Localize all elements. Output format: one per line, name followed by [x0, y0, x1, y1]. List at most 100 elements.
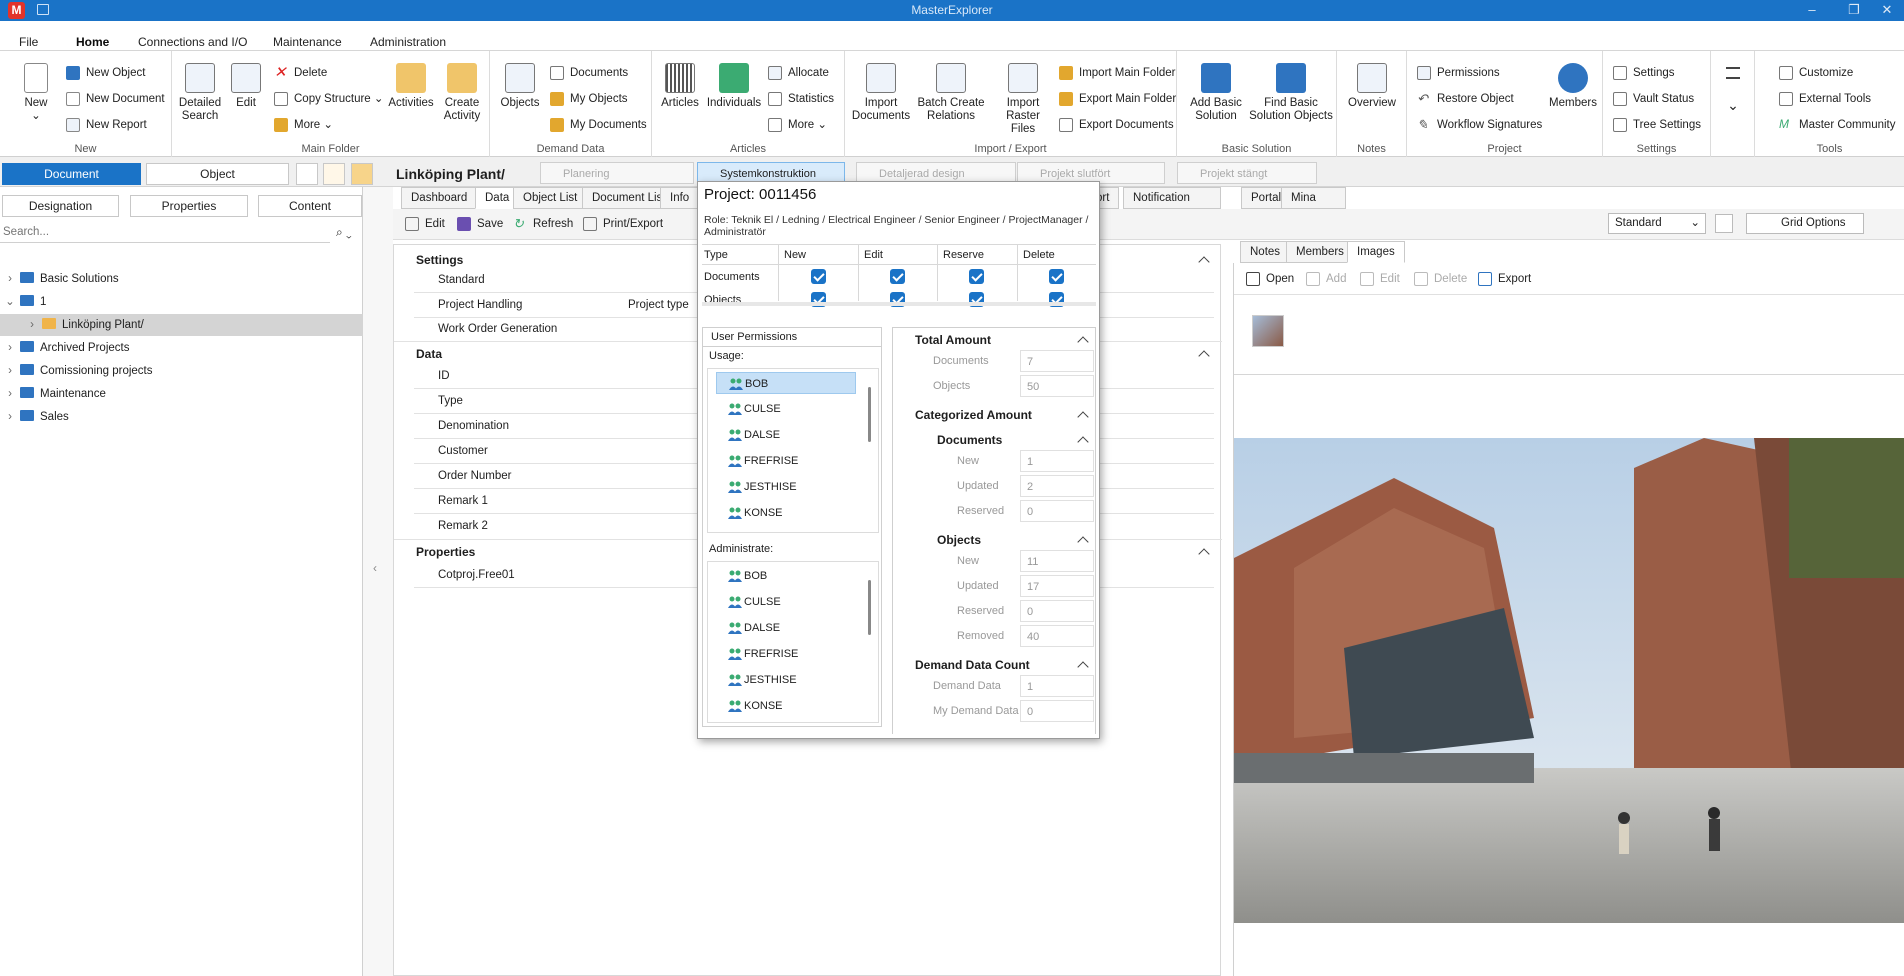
toolbar-print-button[interactable]: Print/Export	[583, 215, 663, 233]
collapse-arrow-icon[interactable]: ‹	[373, 561, 377, 575]
tree-item-basic-solutions[interactable]: › Basic Solutions	[0, 268, 363, 290]
add-basic-solution-button[interactable]: Add Basic Solution	[1185, 63, 1247, 123]
tree-item-archived-projects[interactable]: › Archived Projects	[0, 337, 363, 359]
tree-item-comissioning-projects[interactable]: › Comissioning projects	[0, 360, 363, 382]
workflow-signatures-button[interactable]: ✎ Workflow Signatures	[1417, 116, 1542, 134]
new-document-button[interactable]: New Document	[66, 90, 165, 108]
close-icon[interactable]: ✕	[1870, 0, 1904, 21]
usage-user[interactable]: CULSE	[716, 398, 856, 420]
usage-user[interactable]: KONSE	[716, 502, 856, 524]
add-button[interactable]: Add	[1306, 270, 1346, 288]
step-projekt-stangt[interactable]: Projekt stängt	[1177, 162, 1317, 184]
new-button[interactable]: New ⌄	[16, 63, 56, 123]
splitter[interactable]: ‹	[363, 187, 393, 976]
collapse-settings-icon[interactable]	[1198, 256, 1210, 268]
admin-user[interactable]: BOB	[716, 565, 856, 587]
menu-file[interactable]: File	[19, 35, 38, 49]
admin-user[interactable]: CULSE	[716, 591, 856, 613]
open-button[interactable]: Open	[1246, 270, 1294, 288]
collapse-documents-icon[interactable]	[1077, 436, 1089, 448]
view-select[interactable]: Standard ⌄	[1608, 213, 1706, 234]
breadcrumb-root[interactable]: Linköping Plant/	[396, 163, 505, 185]
image-thumbnail[interactable]	[1252, 315, 1284, 347]
create-activity-button[interactable]: Create Activity	[438, 63, 486, 123]
restore-object-button[interactable]: ↶ Restore Object	[1417, 90, 1514, 108]
copy-structure-button[interactable]: Copy Structure ⌄	[274, 90, 384, 108]
collapse-properties-icon[interactable]	[1198, 548, 1210, 560]
admin-user[interactable]: JESTHISE	[716, 669, 856, 691]
list-dropdown-button[interactable]: ⌄	[1721, 63, 1745, 112]
export-main-folder-button[interactable]: Export Main Folder	[1059, 90, 1176, 108]
menu-home[interactable]: Home	[76, 35, 110, 54]
collapse-total-icon[interactable]	[1077, 336, 1089, 348]
tab-notification-center[interactable]: Notification Center	[1123, 187, 1221, 224]
batch-create-button[interactable]: Batch Create Relations	[915, 63, 987, 123]
toolbar-refresh-button[interactable]: ↻ Refresh	[513, 215, 573, 233]
minimize-icon[interactable]: –	[1795, 0, 1829, 21]
members-button[interactable]: Members	[1547, 63, 1599, 110]
step-planering[interactable]: Planering	[540, 162, 694, 184]
new-report-button[interactable]: New Report	[66, 116, 147, 134]
activities-button[interactable]: Activities	[386, 63, 436, 110]
find-basic-solution-button[interactable]: Find Basic Solution Objects	[1249, 63, 1333, 123]
import-documents-button[interactable]: Import Documents	[851, 63, 911, 123]
tab-mina-uppgifter[interactable]: Mina uppgifter	[1281, 187, 1346, 224]
tab-info[interactable]: Info	[660, 187, 700, 209]
overview-button[interactable]: Overview	[1345, 63, 1399, 110]
import-raster-button[interactable]: Import Raster Files	[993, 63, 1053, 136]
delete-image-button[interactable]: Delete	[1414, 270, 1467, 288]
clipboard-view-icon[interactable]	[323, 163, 345, 185]
tree-settings-button[interactable]: Tree Settings	[1613, 116, 1701, 134]
toolbar-save-button[interactable]: Save	[457, 215, 503, 233]
usage-scrollbar[interactable]	[868, 387, 871, 442]
documents-new-checkbox[interactable]	[811, 269, 826, 284]
articles-more-button[interactable]: More ⌄	[768, 116, 827, 134]
my-objects-button[interactable]: My Objects	[550, 90, 628, 108]
collapse-categorized-icon[interactable]	[1077, 411, 1089, 423]
object-toggle[interactable]: Object	[146, 163, 289, 185]
search-input[interactable]	[0, 221, 330, 243]
admin-user[interactable]: FREFRISE	[716, 643, 856, 665]
tab-images[interactable]: Images	[1347, 241, 1405, 263]
tab-content[interactable]: Content	[258, 195, 362, 217]
documents-reserve-checkbox[interactable]	[969, 269, 984, 284]
tree-item-1[interactable]: ⌄ 1	[0, 291, 363, 313]
admin-user[interactable]: KONSE	[716, 695, 856, 717]
more-button[interactable]: More ⌄	[274, 116, 333, 134]
detailed-search-button[interactable]: Detailed Search	[178, 63, 222, 123]
tab-members[interactable]: Members	[1286, 241, 1354, 263]
document-view-icon[interactable]	[296, 163, 318, 185]
export-documents-button[interactable]: Export Documents	[1059, 116, 1174, 134]
tree-item-sales[interactable]: › Sales	[0, 406, 363, 428]
statistics-button[interactable]: Statistics	[768, 90, 834, 108]
menu-connections[interactable]: Connections and I/O	[138, 35, 247, 49]
master-community-button[interactable]: M Master Community	[1779, 116, 1896, 134]
individuals-button[interactable]: Individuals	[706, 63, 762, 110]
documents-edit-checkbox[interactable]	[890, 269, 905, 284]
new-object-button[interactable]: New Object	[66, 64, 145, 82]
menu-maintenance[interactable]: Maintenance	[273, 35, 342, 49]
usage-user[interactable]: JESTHISE	[716, 476, 856, 498]
collapse-objects-icon[interactable]	[1077, 536, 1089, 548]
edit-button[interactable]: Edit	[228, 63, 264, 110]
administrate-scrollbar[interactable]	[868, 580, 871, 635]
documents-delete-checkbox[interactable]	[1049, 269, 1064, 284]
usage-user[interactable]: FREFRISE	[716, 450, 856, 472]
collapse-data-icon[interactable]	[1198, 350, 1210, 362]
export-button[interactable]: Export	[1478, 270, 1531, 288]
tree-item-linkoping-plant[interactable]: › Linköping Plant/	[0, 314, 363, 336]
collapse-demand-icon[interactable]	[1077, 661, 1089, 673]
documents-button[interactable]: Documents	[550, 64, 628, 82]
tab-notes[interactable]: Notes	[1240, 241, 1291, 263]
tab-dashboard[interactable]: Dashboard	[401, 187, 478, 209]
tab-object-list[interactable]: Object List	[513, 187, 588, 209]
grid-options-button[interactable]: Grid Options	[1746, 213, 1864, 234]
usage-user[interactable]: BOB	[716, 372, 856, 394]
edit-image-button[interactable]: Edit	[1360, 270, 1400, 288]
tree-item-maintenance[interactable]: › Maintenance	[0, 383, 363, 405]
folder-view-icon[interactable]	[351, 163, 373, 185]
objects-button[interactable]: Objects	[498, 63, 542, 110]
permissions-button[interactable]: Permissions	[1417, 64, 1500, 82]
articles-button[interactable]: Articles	[658, 63, 702, 110]
document-toggle[interactable]: Document	[2, 163, 141, 185]
